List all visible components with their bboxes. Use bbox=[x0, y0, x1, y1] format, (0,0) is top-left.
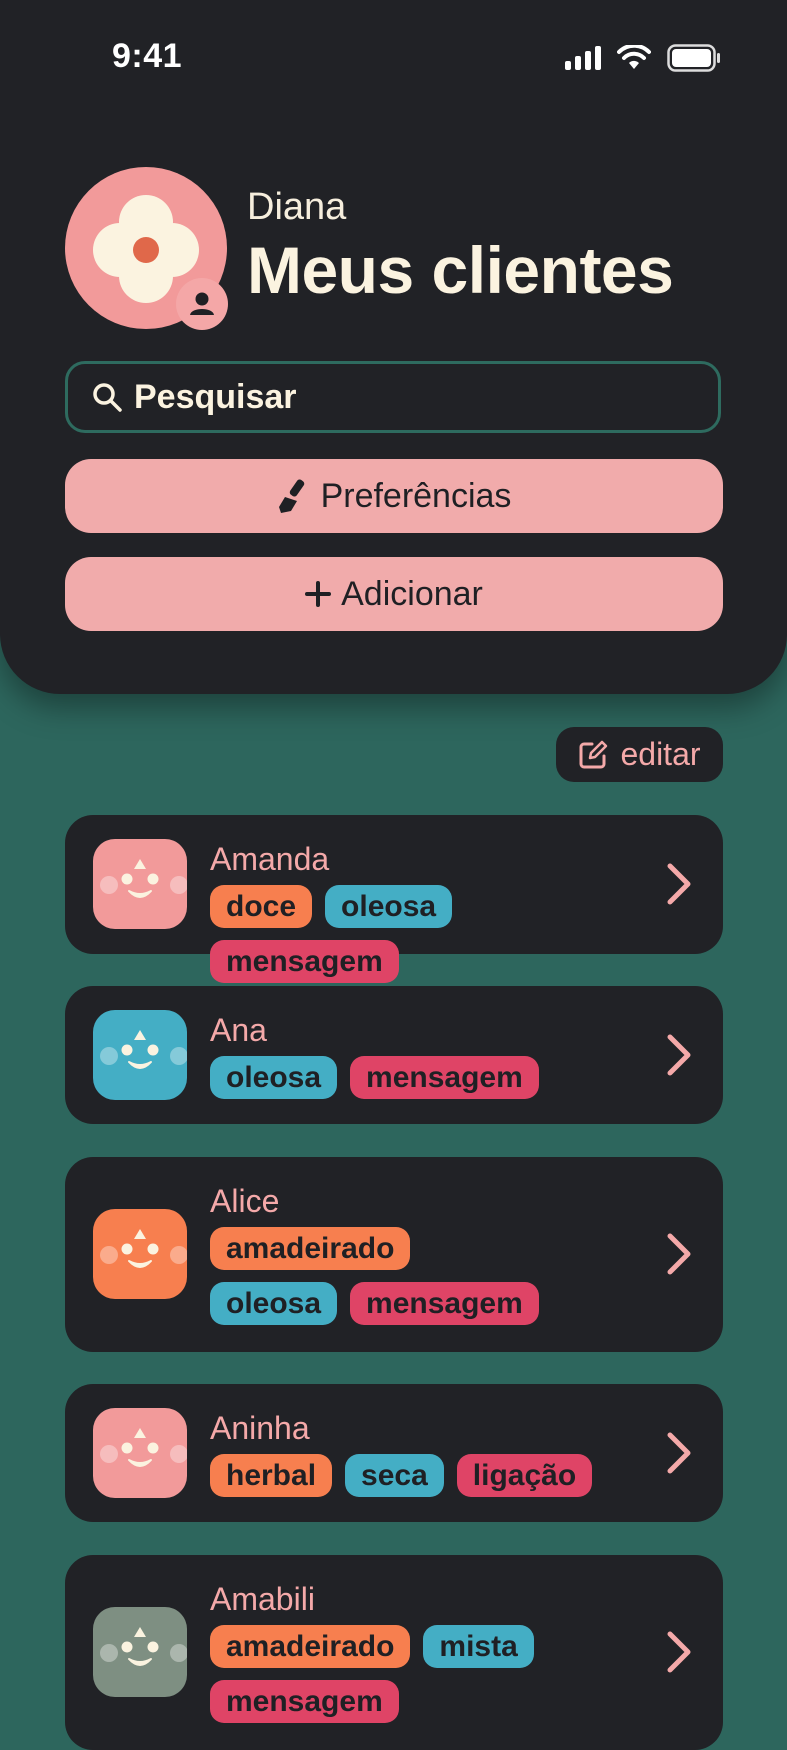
tag: seca bbox=[345, 1454, 444, 1497]
tag: amadeirado bbox=[210, 1625, 411, 1668]
tag: mensagem bbox=[210, 1680, 399, 1723]
edit-icon bbox=[579, 740, 608, 768]
client-tags: doce oleosa mensagem bbox=[210, 885, 630, 983]
client-card-amabili[interactable]: Amabili amadeirado mista mensagem bbox=[65, 1555, 723, 1750]
client-avatar bbox=[93, 839, 187, 929]
wifi-icon bbox=[617, 45, 651, 69]
client-name: Aninha bbox=[210, 1410, 310, 1446]
client-card-aninha[interactable]: Aninha herbal seca ligação bbox=[65, 1384, 723, 1522]
status-time: 9:41 bbox=[112, 37, 183, 75]
client-avatar bbox=[93, 1010, 187, 1100]
search-input[interactable]: Pesquisar bbox=[65, 361, 721, 433]
tag: herbal bbox=[210, 1454, 333, 1497]
tag: mensagem bbox=[210, 940, 399, 983]
edit-label: editar bbox=[620, 736, 701, 772]
client-name: Ana bbox=[210, 1012, 267, 1048]
client-card-amanda[interactable]: Amanda doce oleosa mensagem bbox=[65, 815, 723, 983]
client-name: Amanda bbox=[210, 841, 330, 877]
edit-button[interactable]: editar bbox=[556, 727, 723, 782]
client-card-ana[interactable]: Ana oleosa mensagem bbox=[65, 986, 723, 1124]
tag: ligação bbox=[456, 1454, 593, 1497]
tag: amadeirado bbox=[210, 1227, 411, 1270]
client-tags: herbal seca ligação bbox=[210, 1454, 630, 1497]
signal-icon bbox=[565, 46, 601, 70]
client-card-alice[interactable]: Alice amadeirado oleosa mensagem bbox=[65, 1157, 723, 1352]
page-title: Meus clientes bbox=[247, 233, 674, 307]
face-icon bbox=[100, 1627, 187, 1666]
tag: mensagem bbox=[350, 1056, 539, 1099]
tag: mista bbox=[423, 1625, 534, 1668]
search-icon bbox=[93, 383, 122, 412]
brush-icon bbox=[278, 479, 304, 513]
preferences-label: Preferências bbox=[320, 476, 512, 515]
tag: oleosa bbox=[210, 1282, 338, 1325]
add-label: Adicionar bbox=[341, 574, 483, 613]
face-icon bbox=[100, 1428, 187, 1467]
tag: oleosa bbox=[210, 1056, 338, 1099]
chevron-right-icon bbox=[667, 1432, 691, 1474]
preferences-button[interactable]: Preferências bbox=[65, 459, 723, 533]
client-tags: oleosa mensagem bbox=[210, 1056, 630, 1099]
face-icon bbox=[100, 1030, 187, 1069]
add-client-button[interactable]: Adicionar bbox=[65, 557, 723, 631]
tag: oleosa bbox=[325, 885, 453, 928]
client-name: Alice bbox=[210, 1183, 280, 1219]
client-avatar bbox=[93, 1607, 187, 1697]
chevron-right-icon bbox=[667, 1233, 691, 1275]
chevron-right-icon bbox=[667, 1034, 691, 1076]
plus-icon bbox=[305, 581, 332, 607]
battery-icon bbox=[667, 44, 720, 72]
face-icon bbox=[100, 859, 187, 898]
client-tags: amadeirado oleosa mensagem bbox=[210, 1227, 550, 1325]
face-icon bbox=[100, 1229, 187, 1268]
client-avatar bbox=[93, 1209, 187, 1299]
status-icons bbox=[565, 44, 721, 72]
person-icon bbox=[190, 292, 214, 315]
header-panel: 9:41 Diana Meus clientes Pesquisar Prefe… bbox=[0, 0, 787, 694]
client-avatar bbox=[93, 1408, 187, 1498]
client-name: Amabili bbox=[210, 1581, 315, 1617]
search-placeholder: Pesquisar bbox=[134, 377, 297, 416]
profile-badge-icon[interactable] bbox=[176, 278, 228, 330]
chevron-right-icon bbox=[667, 1631, 691, 1673]
status-bar: 9:41 bbox=[0, 0, 787, 110]
chevron-right-icon bbox=[667, 863, 691, 905]
user-name: Diana bbox=[247, 186, 347, 228]
client-tags: amadeirado mista mensagem bbox=[210, 1625, 550, 1723]
tag: mensagem bbox=[350, 1282, 539, 1325]
tag: doce bbox=[210, 885, 313, 928]
